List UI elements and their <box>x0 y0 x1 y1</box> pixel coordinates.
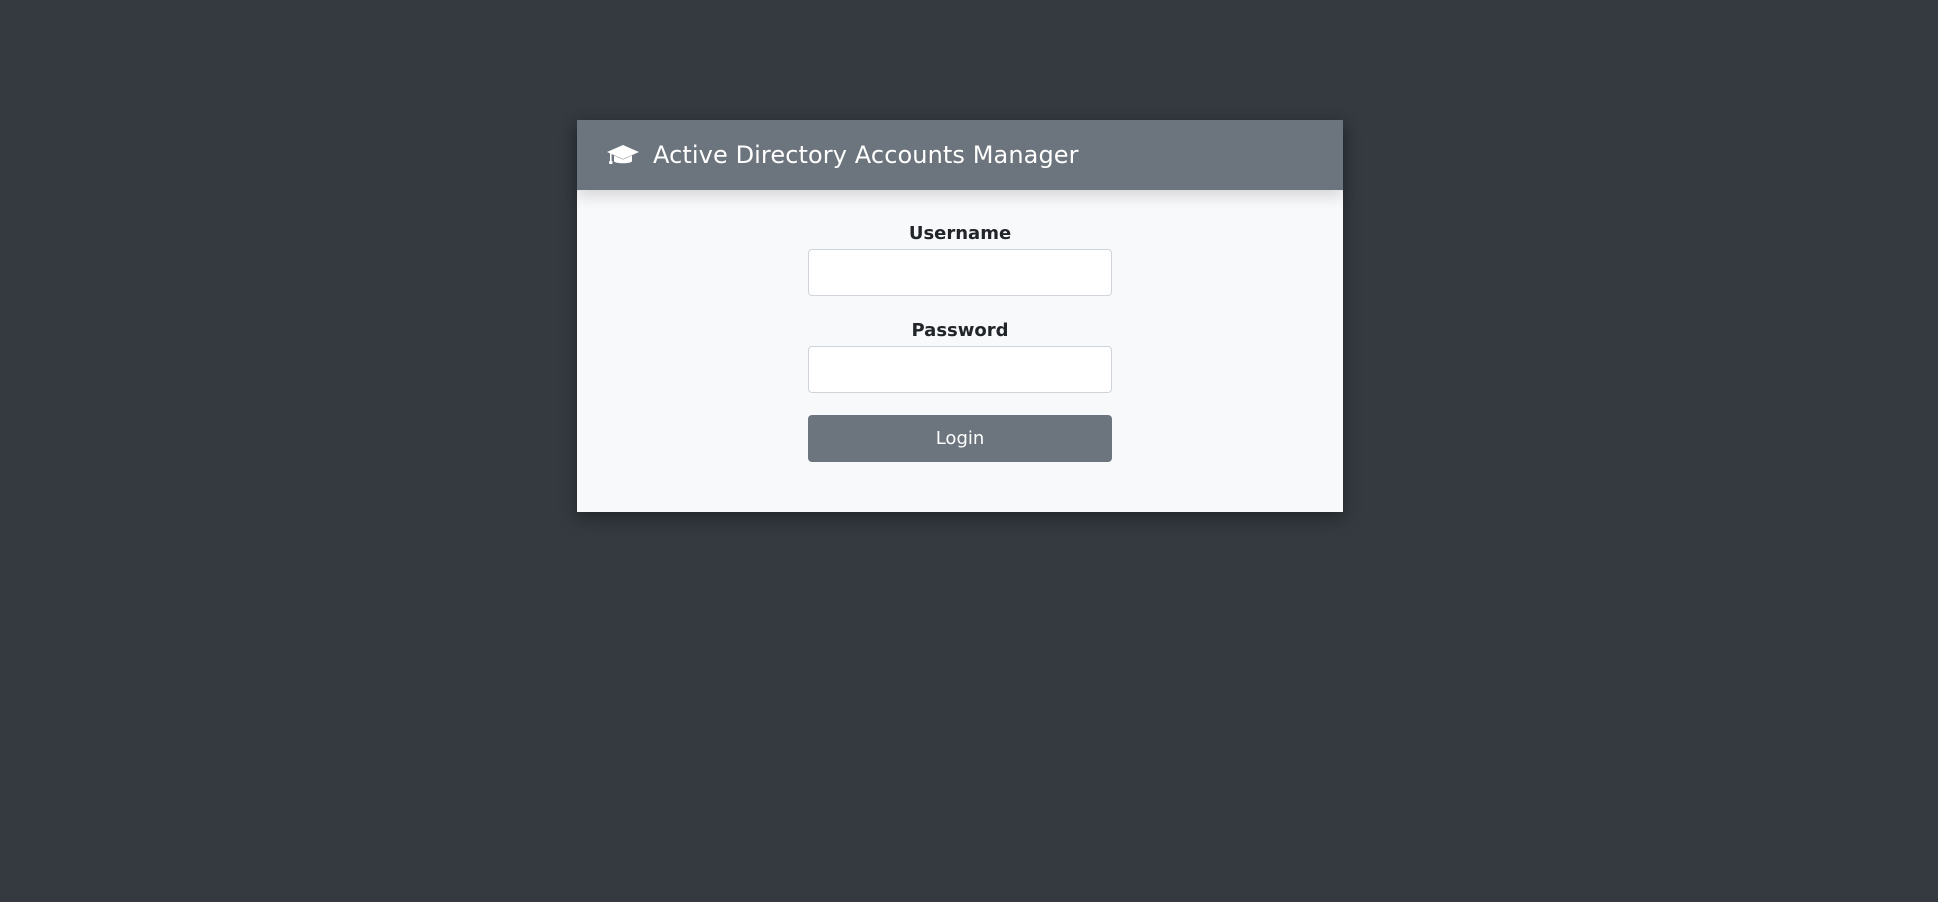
graduation-cap-icon <box>606 143 640 167</box>
card-body: Username Password Login <box>577 190 1343 512</box>
username-label: Username <box>908 223 1012 244</box>
login-card: Active Directory Accounts Manager Userna… <box>577 120 1343 512</box>
password-label: Password <box>911 320 1009 341</box>
card-header: Active Directory Accounts Manager <box>577 120 1343 190</box>
page-title: Active Directory Accounts Manager <box>653 141 1079 169</box>
password-field[interactable] <box>808 346 1112 393</box>
login-button[interactable]: Login <box>808 415 1112 462</box>
username-field[interactable] <box>808 249 1112 296</box>
